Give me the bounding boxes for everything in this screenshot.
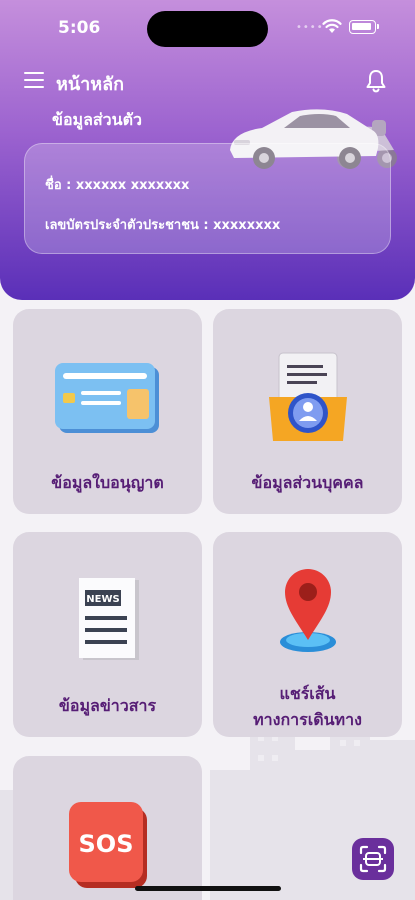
bell-icon[interactable] (364, 68, 388, 94)
profile-header: 5:06 •••• หน้าหลัก ข้อมูลส่วนตัว ชื่อ: … (0, 0, 415, 300)
sos-tile[interactable]: SOS (13, 756, 202, 900)
share-route-label-line2: ทางการเดินทาง (253, 710, 362, 729)
signal-icon: •••• (296, 22, 324, 33)
license-info-tile[interactable]: ข้อมูลใบอนุญาต (13, 309, 202, 514)
qr-scan-button[interactable] (352, 838, 394, 880)
page-title: หน้าหลัก (56, 74, 125, 95)
svg-text:NEWS: NEWS (86, 594, 119, 605)
status-bar: 5:06 •••• (0, 0, 415, 56)
share-route-label-line1: แชร์เส้น (279, 684, 336, 703)
license-info-label: ข้อมูลใบอนุญาต (51, 473, 164, 492)
home-indicator (135, 886, 281, 891)
profile-card: ชื่อ : xxxxxx xxxxxxx เลขบัตรประจำตัวประ… (24, 143, 391, 254)
personal-document-icon (269, 352, 347, 441)
location-pin-icon (280, 569, 336, 652)
section-title-personal-info: ข้อมูลส่วนตัว (52, 110, 142, 129)
qr-scan-icon (359, 845, 387, 873)
svg-text:SOS: SOS (79, 830, 134, 858)
status-time: 5:06 (58, 18, 101, 38)
hamburger-menu-icon[interactable] (24, 72, 44, 88)
dynamic-island (147, 11, 268, 47)
news-tile[interactable]: NEWS ข้อมูลข่าวสาร (13, 532, 202, 737)
personal-info-label: ข้อมูลส่วนบุคคล (251, 473, 364, 492)
id-card-icon (55, 363, 159, 433)
profile-id-number: เลขบัตรประจำตัวประชาชน : xxxxxxxx (45, 218, 281, 233)
personal-info-tile[interactable]: ข้อมูลส่วนบุคคล (213, 309, 402, 514)
sos-icon: SOS (69, 802, 147, 888)
profile-name: ชื่อ : xxxxxx xxxxxxx (45, 178, 190, 193)
newspaper-icon: NEWS (79, 578, 139, 660)
battery-tip (377, 24, 379, 29)
wifi-icon (322, 19, 342, 33)
news-label: ข้อมูลข่าวสาร (58, 696, 157, 715)
battery-icon (349, 20, 376, 34)
share-route-tile[interactable]: แชร์เส้น ทางการเดินทาง (213, 532, 402, 737)
